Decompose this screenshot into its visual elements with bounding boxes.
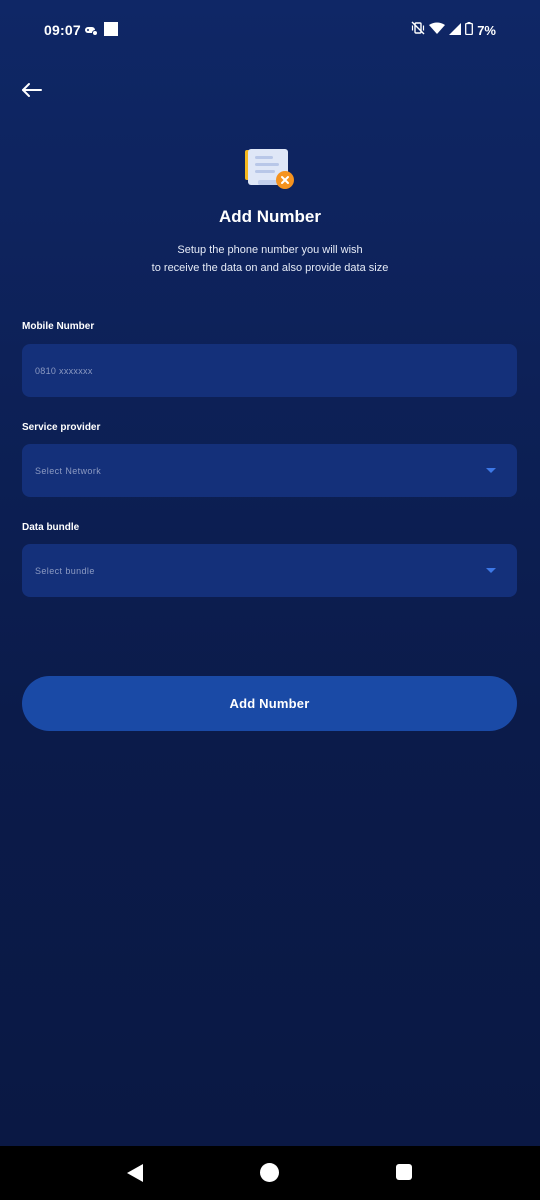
battery-percentage: 7%	[477, 23, 496, 38]
mobile-number-field[interactable]	[22, 344, 517, 397]
document-illustration-icon	[242, 146, 298, 194]
square-notification-icon	[104, 22, 118, 41]
service-provider-label: Service provider	[22, 422, 101, 433]
recents-square-icon[interactable]	[396, 1164, 412, 1180]
page-title: Add Number	[219, 207, 321, 226]
cell-signal-icon	[449, 22, 462, 40]
chevron-down-icon	[486, 468, 496, 473]
home-circle-icon[interactable]	[260, 1163, 279, 1182]
back-triangle-icon[interactable]	[127, 1164, 143, 1182]
mobile-number-label: Mobile Number	[22, 321, 95, 332]
subtitle-line: Setup the phone number you will wish	[177, 244, 363, 256]
wifi-icon	[429, 22, 446, 40]
status-bar: 09:07 7%	[0, 0, 540, 60]
status-right-icons: 7%	[411, 21, 496, 40]
subtitle-line: to receive the data on and also provide …	[151, 261, 389, 274]
data-bundle-select[interactable]: Select bundle	[22, 544, 517, 597]
service-provider-select[interactable]: Select Network	[22, 444, 517, 497]
mobile-number-input[interactable]	[35, 365, 475, 376]
service-provider-value: Select Network	[35, 465, 102, 476]
battery-icon	[465, 21, 474, 40]
back-button[interactable]	[16, 78, 48, 106]
arrow-left-icon	[21, 82, 43, 103]
chevron-down-icon	[486, 568, 496, 573]
gamepad-icon	[84, 23, 98, 41]
add-number-button[interactable]: Add Number	[22, 676, 517, 731]
vibrate-off-icon	[411, 21, 425, 40]
status-left-icons	[84, 22, 118, 41]
status-time: 09:07	[44, 22, 81, 38]
data-bundle-label: Data bundle	[22, 522, 80, 533]
page-subtitle: Setup the phone number you will wish to …	[0, 242, 540, 277]
data-bundle-value: Select bundle	[35, 565, 95, 576]
